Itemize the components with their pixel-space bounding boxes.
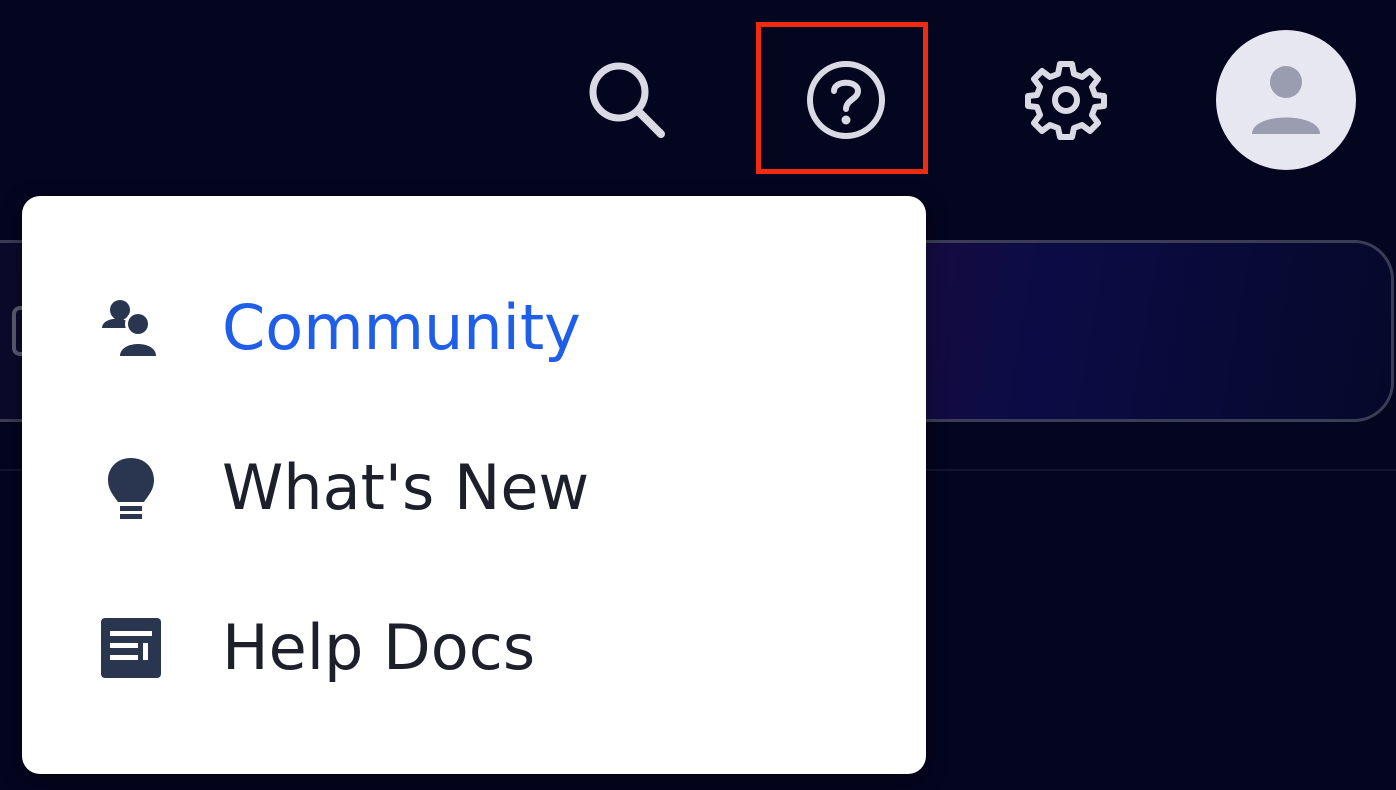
menu-item-label: Help Docs	[222, 611, 536, 684]
gear-icon	[1025, 61, 1107, 140]
document-icon	[96, 613, 166, 683]
search-icon	[589, 62, 665, 138]
help-button[interactable]	[796, 50, 896, 150]
menu-item-label: Community	[222, 291, 581, 364]
help-circle-icon	[807, 61, 885, 139]
user-avatar-icon	[1252, 66, 1320, 134]
menu-item-label: What's New	[222, 451, 590, 524]
help-menu: Community What's New Help Docs	[22, 196, 926, 774]
user-avatar-button[interactable]	[1216, 30, 1356, 170]
app-window: Community What's New Help Docs	[0, 0, 1396, 790]
menu-item-help-docs[interactable]: Help Docs	[22, 578, 926, 718]
menu-item-whats-new[interactable]: What's New	[22, 418, 926, 558]
search-button[interactable]	[575, 50, 675, 150]
settings-button[interactable]	[1016, 50, 1116, 150]
community-icon	[96, 293, 166, 363]
menu-item-community[interactable]: Community	[22, 258, 926, 398]
lightbulb-icon	[96, 453, 166, 523]
